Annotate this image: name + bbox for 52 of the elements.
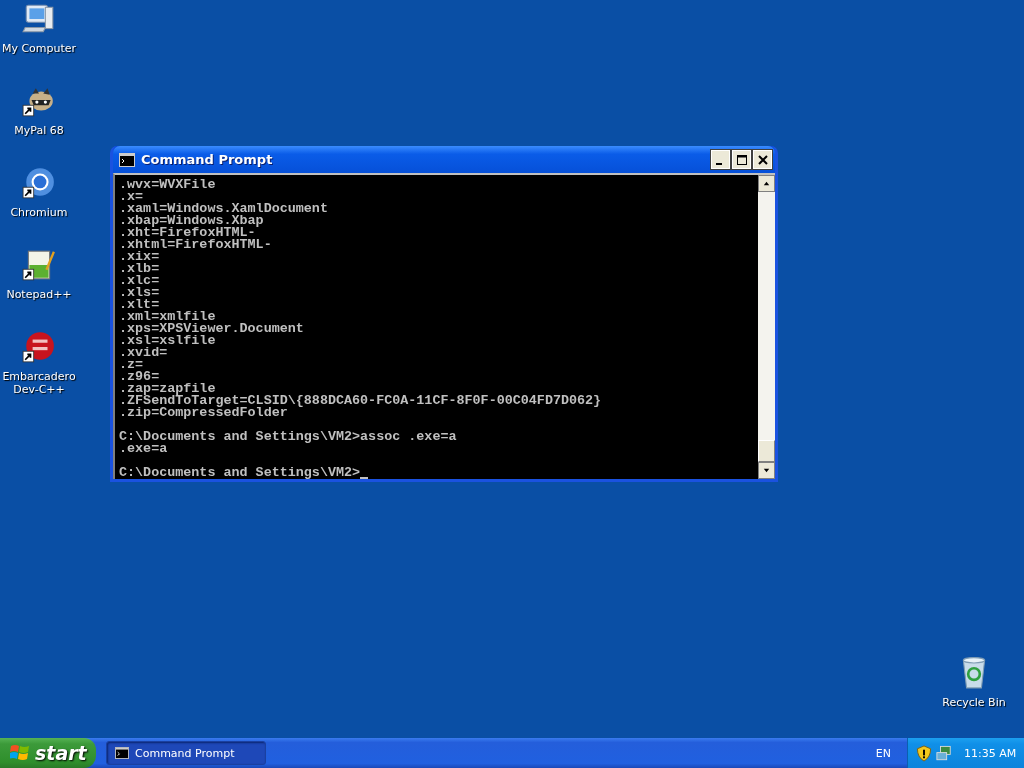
clock: 11:35 AM (964, 746, 1017, 760)
console-line: .xlb= (119, 263, 160, 275)
console-line: .xls= (119, 287, 160, 299)
minimize-icon (715, 162, 722, 165)
console-line: .wvx=WVXFile (119, 179, 216, 191)
console-line: .z= (119, 359, 144, 371)
console-line: .xml=xmlfile (119, 311, 216, 323)
console-line: .zap=zapfile (119, 383, 216, 395)
maximize-button[interactable] (732, 150, 751, 169)
console-line: .xlc= (119, 275, 160, 287)
close-button[interactable] (753, 150, 772, 169)
scroll-up-button[interactable] (758, 175, 775, 192)
console-line: .xbap=Windows.Xbap (119, 215, 264, 227)
language-indicator[interactable]: EN (875, 746, 891, 760)
console-line: .xps=XPSViewer.Document (119, 323, 304, 335)
taskbar-button[interactable]: Command Prompt (106, 741, 266, 765)
console-line: .exe=a (119, 443, 168, 455)
icon-label: Embarcadero Dev-C++ (1, 370, 77, 396)
console-line: C:\Documents and Settings\VM2> (119, 467, 361, 479)
icon-label: My Computer (1, 42, 77, 55)
console-icon (115, 747, 129, 759)
console-line: .x= (119, 191, 144, 203)
icon-label: Recycle Bin (942, 696, 1006, 709)
window-title: Command Prompt (141, 152, 274, 167)
maximize-icon (735, 153, 748, 166)
scroll-down-button[interactable] (758, 462, 775, 479)
icon-label: Notepad++ (6, 288, 72, 301)
scroll-thumb[interactable] (758, 440, 775, 462)
up-arrow-icon (762, 179, 771, 188)
minimize-button[interactable] (711, 150, 730, 169)
icon-label: Chromium (10, 206, 68, 219)
shield-icon[interactable] (916, 744, 932, 762)
console-line: .xix= (119, 251, 160, 263)
circle-logo-icon[interactable] (22, 166, 56, 200)
console-line: .z96= (119, 371, 160, 383)
console-line: .xlt= (119, 299, 160, 311)
windows-flag-icon (10, 744, 30, 762)
start-button[interactable]: start (0, 738, 96, 768)
console-icon (119, 152, 135, 167)
down-arrow-icon (762, 466, 771, 475)
icon-label: MyPal 68 (14, 124, 64, 137)
console-line: .xaml=Windows.XamlDocument (119, 203, 328, 215)
console-line: C:\Documents and Settings\VM2>assoc .exe=a (119, 431, 457, 443)
console-line: .zip=CompressedFolder (119, 407, 288, 419)
close-icon (756, 153, 769, 166)
vertical-scrollbar[interactable] (758, 175, 775, 479)
console-line: .ZFSendToTarget=CLSID\{888DCA60-FC0A-11CF-8F0F-00C04FD7D062} (119, 395, 602, 407)
console-line: .xsl=xslfile (119, 335, 216, 347)
console-line: .xht=FirefoxHTML- (119, 227, 256, 239)
console-line: .xvid= (119, 347, 168, 359)
console-line: .xhtml=FirefoxHTML- (119, 239, 272, 251)
notepad-icon[interactable] (22, 248, 56, 282)
